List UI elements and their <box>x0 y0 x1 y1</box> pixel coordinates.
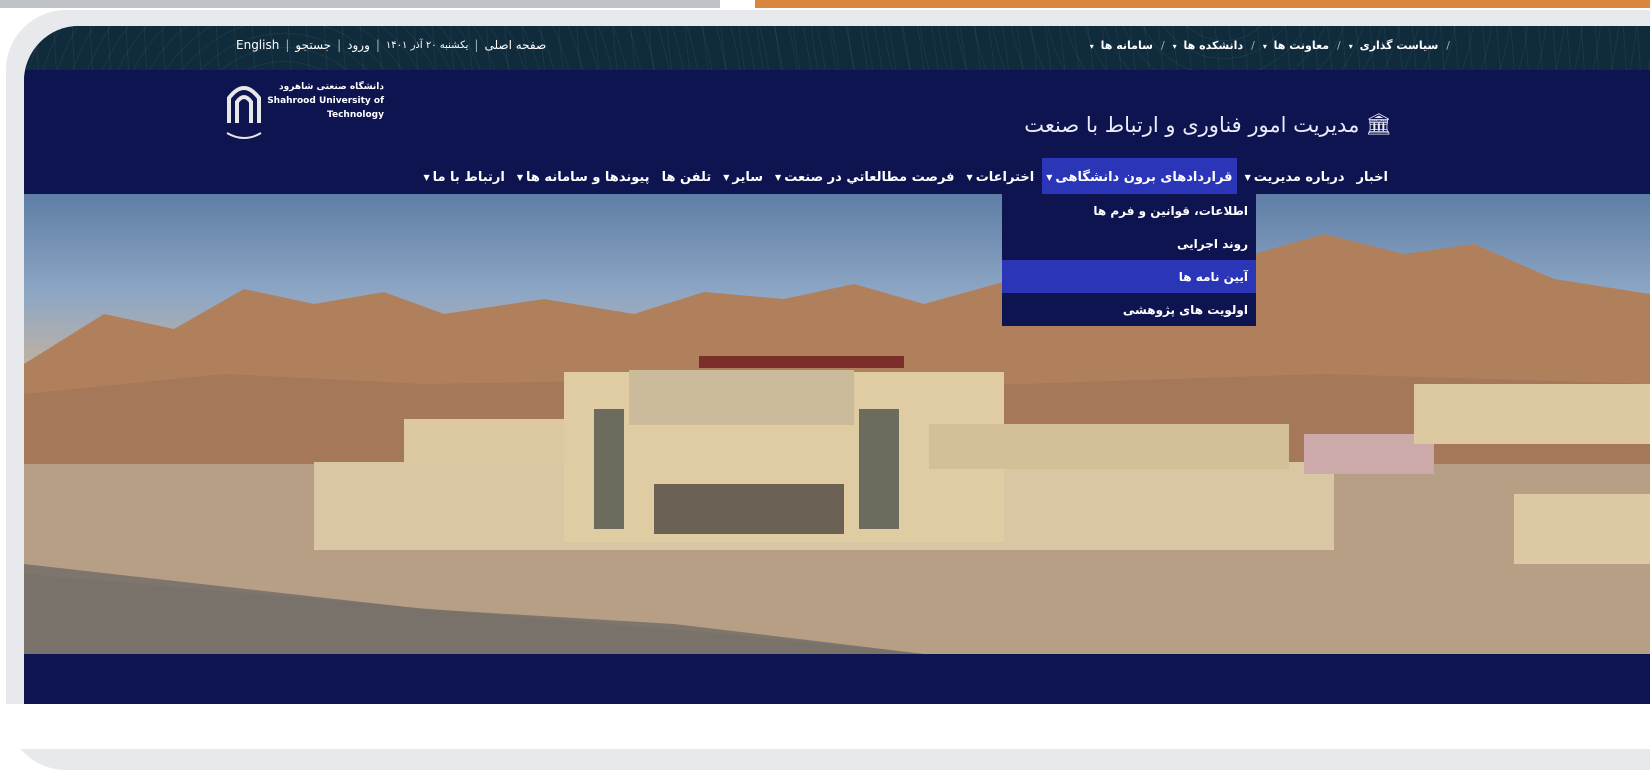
caret-down-icon: ▼ <box>966 172 973 182</box>
university-name-en-1: Shahrood University of <box>267 96 384 106</box>
nav-patents[interactable]: اختراعات ▼ <box>963 158 1039 196</box>
site-title[interactable]: 🏛 مدیریت امور فناوری و ارتباط با صنعت <box>1024 112 1392 137</box>
nav-contracts[interactable]: قراردادهای برون دانشگاهی ▼ <box>1042 158 1237 196</box>
separator: / <box>1251 39 1255 52</box>
university-name-en-2: Technology <box>327 110 384 120</box>
top-links-right: / سیاست گذاری ▾ / معاونت ها ▾ / دانشکده … <box>1090 39 1450 52</box>
separator: | <box>474 38 479 52</box>
systems-label: سامانه ها <box>1100 39 1153 52</box>
university-name-fa: دانشگاه صنعتی شاهرود <box>279 82 384 92</box>
dropdown-item-regulations[interactable]: آیین نامه ها <box>1002 260 1256 293</box>
nav-about[interactable]: درباره مدیریت ▼ <box>1241 158 1349 196</box>
dropdown-item-priorities[interactable]: اولویت های پژوهشی <box>1002 293 1256 326</box>
separator: / <box>1446 39 1450 52</box>
deputies-link[interactable]: معاونت ها ▾ <box>1263 39 1329 52</box>
dropdown-menu: اطلاعات، قوانین و فرم ها روند اجرایی آیی… <box>1002 194 1256 326</box>
separator: | <box>337 38 342 52</box>
chevron-down-icon: ▾ <box>1172 42 1177 51</box>
separator: / <box>1160 39 1165 52</box>
university-name: دانشگاه صنعتی شاهرود Shahrood University… <box>254 80 384 122</box>
deputies-label: معاونت ها <box>1273 39 1330 52</box>
footer-bar <box>24 654 1650 704</box>
nav-label: تلفن ها <box>661 169 712 185</box>
chevron-down-icon: ▾ <box>1348 42 1353 51</box>
nav-label: ارتباط با ما <box>432 169 505 185</box>
date-text: یکشنبه ۲۰ آذر ۱۴۰۱ <box>385 39 469 51</box>
university-icon: 🏛 <box>1365 112 1392 136</box>
caret-down-icon: ▼ <box>1244 172 1251 182</box>
home-link[interactable]: صفحه اصلی <box>484 38 546 52</box>
nav-contact[interactable]: ارتباط با ما ▼ <box>419 158 508 196</box>
nav-phones[interactable]: تلفن ها <box>658 158 716 196</box>
faculties-label: دانشکده ها <box>1183 39 1244 52</box>
separator: | <box>285 38 290 52</box>
caret-down-icon: ▼ <box>423 172 430 182</box>
separator: / <box>1337 39 1341 52</box>
nav-label: سایر <box>732 169 764 185</box>
nav-label: درباره مدیریت <box>1253 169 1345 185</box>
login-link[interactable]: ورود <box>347 38 370 52</box>
campus-photo-illustration <box>24 234 1650 654</box>
chevron-down-icon: ▾ <box>1089 42 1094 51</box>
caret-down-icon: ▼ <box>1046 172 1053 182</box>
bottom-margin <box>0 704 1650 749</box>
faculties-link[interactable]: دانشکده ها ▾ <box>1173 39 1243 52</box>
top-links-left: English | جستجو | ورود | یکشنبه ۲۰ آذر ۱… <box>236 38 546 52</box>
nav-sabbatical[interactable]: فرصت مطالعاتي در صنعت ▼ <box>771 158 959 196</box>
caret-down-icon: ▼ <box>516 172 524 182</box>
systems-link[interactable]: سامانه ها ▾ <box>1090 39 1153 52</box>
chevron-down-icon: ▾ <box>1262 42 1267 51</box>
main-nav: اخبار درباره مدیریت ▼ قراردادهای برون دان… <box>415 158 1392 196</box>
nav-label: فرصت مطالعاتي در صنعت <box>784 169 955 185</box>
top-bar: English | جستجو | ورود | یکشنبه ۲۰ آذر ۱… <box>24 26 1650 70</box>
frame-top-left <box>0 0 720 8</box>
nav-other[interactable]: سایر ▼ <box>719 158 767 196</box>
nav-label: قراردادهای برون دانشگاهی <box>1055 169 1233 185</box>
dropdown-item-info[interactable]: اطلاعات، قوانین و فرم ها <box>1002 194 1256 227</box>
nav-label: پیوندها و سامانه ها <box>526 169 650 185</box>
dropdown-item-process[interactable]: روند اجرایی <box>1002 227 1256 260</box>
hero-image <box>24 194 1650 654</box>
english-link[interactable]: English <box>236 38 279 52</box>
search-link[interactable]: جستجو <box>295 38 331 52</box>
separator: | <box>375 38 380 52</box>
site-title-text: مدیریت امور فناوری و ارتباط با صنعت <box>1024 112 1360 137</box>
nav-label: اختراعات <box>975 169 1035 185</box>
nav-label: اخبار <box>1356 169 1389 185</box>
policy-label: سیاست گذاری <box>1359 39 1439 52</box>
caret-down-icon: ▼ <box>775 172 782 182</box>
nav-links[interactable]: پیوندها و سامانه ها ▼ <box>513 158 654 196</box>
policy-link[interactable]: سیاست گذاری ▾ <box>1349 39 1439 52</box>
caret-down-icon: ▼ <box>723 172 730 182</box>
nav-news[interactable]: اخبار <box>1353 158 1393 196</box>
frame-top-right <box>755 0 1650 8</box>
